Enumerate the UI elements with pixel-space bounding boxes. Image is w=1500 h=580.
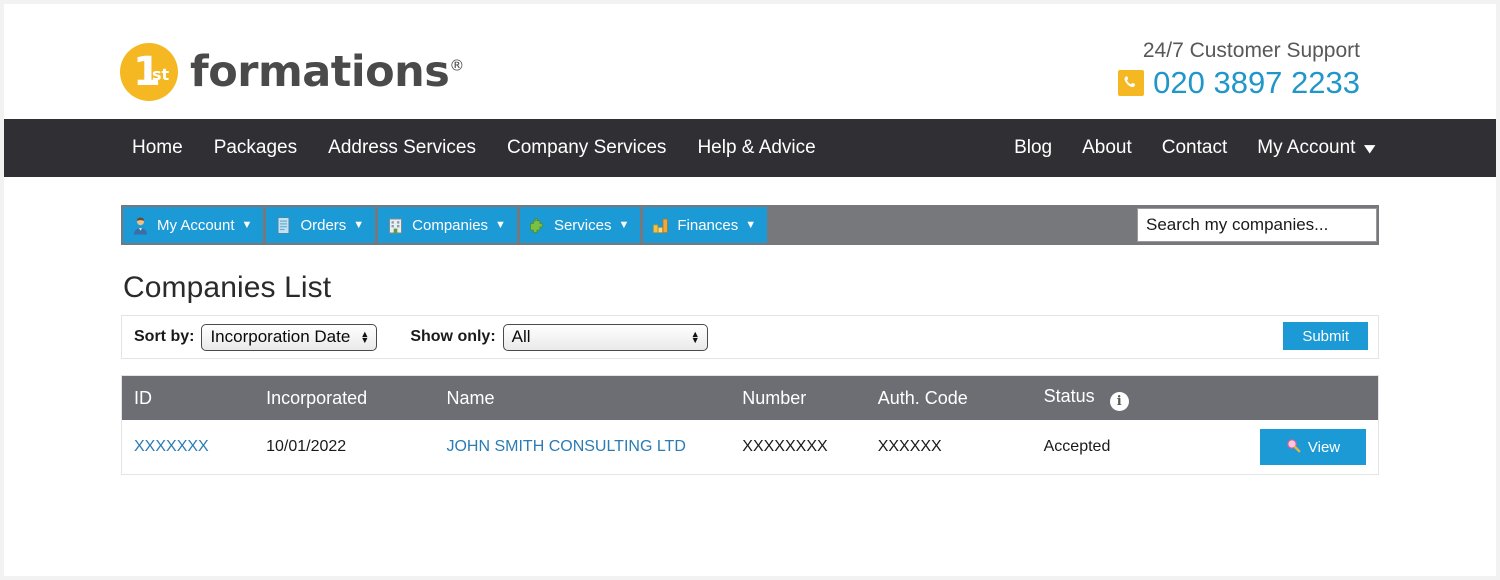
table-header-row: ID Incorporated Name Number Auth. Code S… — [121, 375, 1379, 420]
toolbar-tab-orders-arrow-icon: ▼ — [353, 219, 365, 231]
support-block: 24/7 Customer Support 020 3897 2233 — [1118, 38, 1360, 100]
view-button-label: View — [1307, 438, 1341, 456]
cell-incorporated: 10/01/2022 — [254, 420, 435, 475]
nav-item-home[interactable]: Home — [132, 137, 183, 159]
search-input[interactable] — [1138, 209, 1376, 241]
column-header-id[interactable]: ID — [121, 375, 255, 420]
company-id-link[interactable]: XXXXXXX — [134, 438, 209, 455]
user-avatar-icon — [131, 216, 150, 235]
toolbar-tab-finances[interactable]: Finances ▼ — [643, 207, 768, 243]
page-inner: 1 st formations® 24/7 Customer Support 0… — [4, 4, 1496, 576]
nav-item-help-advice[interactable]: Help & Advice — [697, 137, 815, 159]
support-label: 24/7 Customer Support — [1142, 39, 1360, 62]
toolbar-tab-my-account-arrow-icon: ▼ — [241, 219, 253, 231]
logo-badge-suffix: st — [152, 65, 170, 84]
toolbar-tab-services-arrow-icon: ▼ — [618, 219, 630, 231]
cell-number: XXXXXXXX — [730, 420, 866, 475]
stepper-arrows-icon: ▲ ▼ — [690, 329, 700, 345]
show-only-label: Show only: — [410, 328, 496, 345]
toolbar-tab-my-account-label: My Account — [157, 216, 235, 234]
logo-word-text: formations — [190, 46, 450, 97]
show-only-select[interactable]: All ▲ ▼ — [502, 323, 708, 351]
content-wrapper: My Account ▼ Orders ▼ Companies ▼ Servic… — [121, 205, 1379, 475]
sort-by-label: Sort by: — [134, 328, 195, 345]
puzzle-piece-icon — [528, 216, 547, 235]
chevron-down-icon: ▾ — [1365, 140, 1376, 157]
main-navigation: Home Packages Address Services Company S… — [4, 119, 1496, 177]
toolbar-tab-finances-label: Finances — [677, 216, 739, 234]
toolbar-tab-my-account[interactable]: My Account ▼ — [123, 207, 264, 243]
column-header-name[interactable]: Name — [434, 375, 731, 420]
logo-registered-mark: ® — [449, 56, 464, 75]
magnifier-icon — [1286, 438, 1301, 457]
document-icon — [274, 216, 293, 235]
sort-by-select[interactable]: Incorporation Date ▲ ▼ — [201, 323, 378, 351]
nav-item-blog[interactable]: Blog — [1014, 137, 1052, 159]
nav-right-group: Blog About Contact My Account ▾ — [1014, 137, 1376, 159]
cell-name: JOHN SMITH CONSULTING LTD — [434, 420, 731, 475]
logo-wordmark: formations® — [190, 50, 464, 94]
phone-icon — [1118, 70, 1145, 96]
search-companies-box[interactable] — [1137, 208, 1377, 242]
nav-item-contact[interactable]: Contact — [1162, 137, 1227, 159]
toolbar-tab-companies-label: Companies — [412, 216, 489, 234]
site-logo[interactable]: 1 st formations® — [120, 42, 464, 102]
column-header-status[interactable]: Status i — [1031, 375, 1248, 420]
account-toolbar: My Account ▼ Orders ▼ Companies ▼ Servic… — [121, 205, 1379, 245]
cell-actions: View — [1248, 420, 1379, 475]
nav-item-my-account[interactable]: My Account ▾ — [1257, 137, 1376, 159]
company-name-link[interactable]: JOHN SMITH CONSULTING LTD — [446, 438, 685, 455]
logo-badge-icon: 1 st — [120, 43, 178, 101]
toolbar-tab-finances-arrow-icon: ▼ — [745, 219, 757, 231]
toolbar-tab-companies-arrow-icon: ▼ — [495, 219, 506, 231]
companies-table-head: ID Incorporated Name Number Auth. Code S… — [121, 375, 1379, 420]
cell-auth-code: XXXXXX — [865, 420, 1032, 475]
toolbar-tab-companies[interactable]: Companies ▼ — [378, 207, 517, 243]
nav-left-group: Home Packages Address Services Company S… — [132, 137, 816, 159]
toolbar-tab-services[interactable]: Services ▼ — [519, 207, 641, 243]
nav-item-address-services[interactable]: Address Services — [328, 137, 476, 159]
building-icon — [386, 216, 405, 235]
nav-my-account-label: My Account — [1257, 137, 1356, 158]
sort-by-value: Incorporation Date — [210, 327, 351, 346]
nav-item-about[interactable]: About — [1082, 137, 1132, 159]
page-frame: 1 st formations® 24/7 Customer Support 0… — [0, 0, 1500, 580]
cell-id: XXXXXXX — [121, 420, 255, 475]
toolbar-tab-orders[interactable]: Orders ▼ — [266, 207, 376, 243]
companies-table-body: XXXXXXX 10/01/2022 JOHN SMITH CONSULTING… — [121, 420, 1379, 475]
support-phone-row[interactable]: 020 3897 2233 — [1118, 66, 1360, 100]
toolbar-tab-orders-label: Orders — [300, 216, 347, 234]
stepper-arrows-icon: ▲ ▼ — [360, 329, 370, 345]
view-button[interactable]: View — [1260, 429, 1366, 465]
column-header-incorporated[interactable]: Incorporated — [254, 375, 435, 420]
site-header: 1 st formations® 24/7 Customer Support 0… — [4, 4, 1496, 119]
info-icon[interactable]: i — [1109, 391, 1129, 411]
column-header-number[interactable]: Number — [730, 375, 866, 420]
toolbar-tab-services-label: Services — [553, 216, 612, 234]
cell-status: Accepted — [1031, 420, 1248, 475]
submit-button[interactable]: Submit — [1283, 322, 1368, 350]
bar-chart-icon — [651, 216, 670, 235]
table-row: XXXXXXX 10/01/2022 JOHN SMITH CONSULTING… — [121, 420, 1379, 475]
companies-table: ID Incorporated Name Number Auth. Code S… — [121, 375, 1379, 475]
page-title: Companies List — [123, 271, 332, 304]
column-header-actions — [1248, 375, 1379, 420]
show-only-value: All — [511, 327, 531, 346]
filter-bar: Sort by: Incorporation Date ▲ ▼ Show only… — [121, 315, 1379, 359]
nav-item-company-services[interactable]: Company Services — [507, 137, 666, 159]
content-area: My Account ▼ Orders ▼ Companies ▼ Servic… — [4, 177, 1496, 475]
column-header-status-label: Status — [1043, 385, 1095, 406]
nav-item-packages[interactable]: Packages — [214, 137, 297, 159]
column-header-auth-code[interactable]: Auth. Code — [865, 375, 1032, 420]
support-phone-number[interactable]: 020 3897 2233 — [1153, 66, 1360, 100]
